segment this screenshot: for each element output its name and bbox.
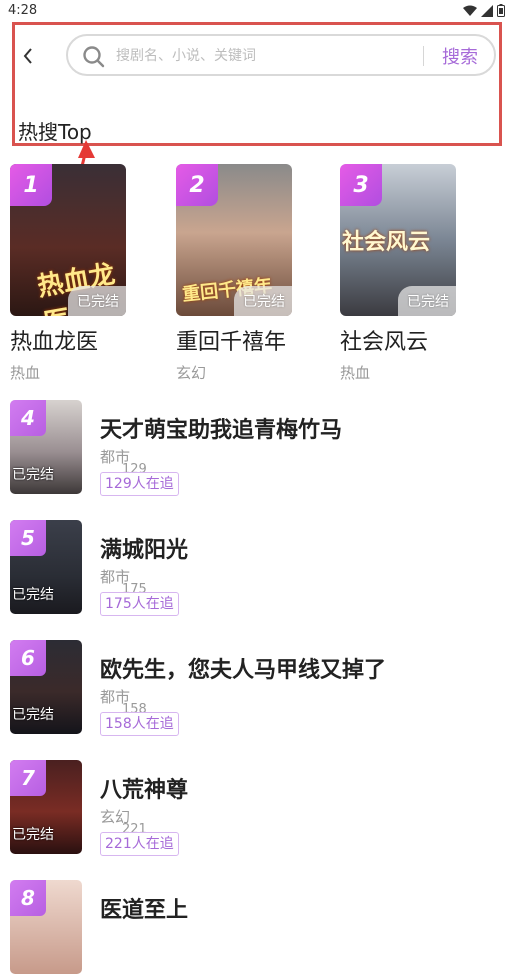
status-tag: 已完结	[398, 286, 456, 316]
rank-badge: 5	[10, 520, 46, 556]
list-item[interactable]: 8 医道至上	[10, 880, 510, 976]
status-tag: 已完结	[234, 286, 292, 316]
status-icons	[463, 4, 505, 17]
drama-title: 社会风云	[340, 330, 429, 355]
search-input[interactable]	[114, 42, 418, 70]
top-card-1[interactable]: 热血龙医 1 已完结 热血龙医 热血	[10, 164, 160, 383]
status-bar: 4:28	[0, 0, 515, 22]
status-time: 4:28	[8, 3, 38, 18]
drama-title: 满城阳光	[100, 538, 189, 563]
cover-image: 热血龙医 1 已完结	[10, 164, 126, 316]
search-icon	[83, 46, 105, 68]
drama-title: 热血龙医	[10, 330, 99, 355]
cover-title-text: 社会风云	[342, 230, 431, 255]
top-card-3[interactable]: 社会风云 3 已完结 社会风云 热血	[340, 164, 490, 383]
follow-tag: 221人在追	[100, 832, 179, 856]
battery-icon	[497, 4, 505, 17]
cover-image: 7 已完结	[10, 760, 82, 854]
drama-title: 天才萌宝助我追青梅竹马	[100, 418, 343, 443]
drama-title: 八荒神尊	[100, 778, 189, 803]
drama-genre: 热血	[10, 364, 41, 382]
cover-image: 5 已完结	[10, 520, 82, 614]
follow-tag: 129人在追	[100, 472, 179, 496]
status-tag: 已完结	[12, 707, 54, 723]
follow-tag: 158人在追	[100, 712, 179, 736]
drama-title: 重回千禧年	[176, 330, 287, 355]
list-item[interactable]: 7 已完结 八荒神尊 玄幻 221 221人在追	[10, 760, 510, 856]
cover-image: 社会风云 3 已完结	[340, 164, 456, 316]
status-tag: 已完结	[12, 827, 54, 843]
signal-icon	[481, 4, 493, 17]
list-item[interactable]: 5 已完结 满城阳光 都市 175 175人在追	[10, 520, 510, 616]
back-button[interactable]	[18, 44, 38, 68]
status-tag: 已完结	[12, 587, 54, 603]
rank-badge: 3	[340, 164, 382, 206]
rank-badge: 7	[10, 760, 46, 796]
wifi-icon	[463, 5, 477, 16]
rank-badge: 8	[10, 880, 46, 916]
cover-image: 4 已完结	[10, 400, 82, 494]
list-item[interactable]: 4 已完结 天才萌宝助我追青梅竹马 都市 129 129人在追	[10, 400, 510, 496]
chevron-left-icon	[23, 48, 32, 64]
cover-image: 重回千禧年 2 已完结	[176, 164, 292, 316]
drama-genre: 玄幻	[176, 364, 207, 382]
drama-title: 欧先生，您夫人马甲线又掉了	[100, 658, 387, 683]
top-card-2[interactable]: 重回千禧年 2 已完结 重回千禧年 玄幻	[176, 164, 326, 383]
status-tag: 已完结	[12, 467, 54, 483]
cover-image: 8	[10, 880, 82, 974]
search-divider	[423, 46, 424, 66]
search-button[interactable]: 搜索	[442, 43, 478, 69]
cover-image: 6 已完结	[10, 640, 82, 734]
section-title: 热搜Top	[18, 120, 92, 144]
rank-badge: 4	[10, 400, 46, 436]
drama-genre: 热血	[340, 364, 371, 382]
rank-badge: 6	[10, 640, 46, 676]
rank-badge: 1	[10, 164, 52, 206]
list-item[interactable]: 6 已完结 欧先生，您夫人马甲线又掉了 都市 158 158人在追	[10, 640, 510, 736]
rank-badge: 2	[176, 164, 218, 206]
follow-tag: 175人在追	[100, 592, 179, 616]
search-bar: 搜索	[66, 34, 496, 76]
drama-title: 医道至上	[100, 898, 189, 923]
status-tag: 已完结	[68, 286, 126, 316]
